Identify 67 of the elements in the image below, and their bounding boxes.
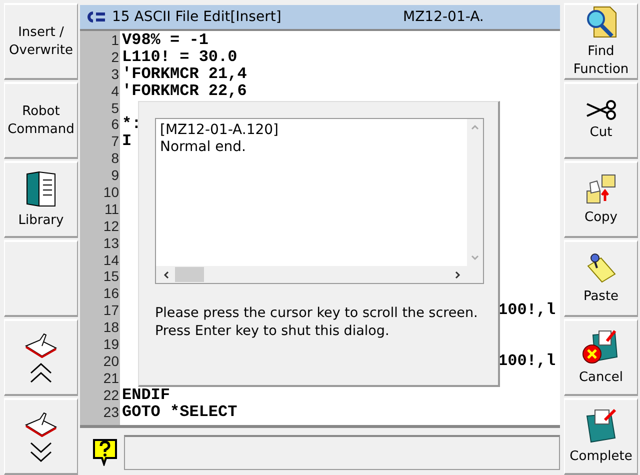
line-number: 22	[102, 386, 120, 404]
book-icon	[25, 170, 57, 208]
horizontal-scrollbar[interactable]	[156, 266, 483, 283]
side-button[interactable]: Robot Command	[4, 82, 78, 159]
code-line: GOTO *SELECT	[122, 402, 238, 421]
code-line: 100!,l	[498, 301, 556, 320]
help-icon[interactable]	[92, 438, 118, 466]
line-number: 6	[110, 116, 120, 134]
side-button[interactable]: Insert / Overwrite	[4, 3, 78, 80]
log-line: [MZ12-01-A.120]	[160, 122, 280, 139]
line-number: 8	[110, 150, 120, 168]
line-number: 13	[102, 234, 120, 252]
code-line: I	[122, 132, 132, 150]
cancel-button[interactable]: Cancel	[564, 319, 638, 396]
line-number: 2	[110, 48, 120, 66]
line-number: 16	[102, 285, 120, 302]
line-number: 1	[110, 32, 120, 49]
chevron-up-icon	[28, 362, 54, 384]
scissors-icon	[585, 100, 617, 120]
page-up-button[interactable]	[4, 319, 78, 396]
paste-button[interactable]: Paste	[564, 240, 638, 318]
log-line: Normal end.	[160, 139, 247, 156]
chevron-down-icon	[28, 440, 54, 462]
library-button[interactable]: Library	[4, 161, 78, 238]
code-line: V98% = -1	[122, 31, 208, 49]
line-number: 11	[103, 200, 120, 218]
copy-button[interactable]: Copy	[564, 161, 638, 238]
line-number: 17	[102, 302, 120, 320]
window-title: 15 ASCII File Edit[Insert]	[112, 9, 282, 25]
input-field[interactable]	[124, 435, 560, 470]
line-number: 12	[102, 218, 120, 235]
copy-folders-icon	[585, 172, 617, 205]
book-icon	[24, 410, 58, 436]
line-number: 5	[110, 100, 120, 116]
complete-button[interactable]: Complete	[564, 398, 638, 475]
line-number: 15	[102, 268, 120, 286]
line-number: 7	[110, 133, 120, 150]
cut-button[interactable]: Cut	[564, 82, 638, 160]
line-number: 14	[102, 252, 120, 268]
code-line: 'FORKMCR 22,6	[122, 82, 247, 100]
line-number: 18	[102, 319, 120, 336]
line-number: 10	[102, 184, 120, 201]
scroll-down-icon	[471, 255, 479, 261]
scroll-thumb[interactable]	[175, 267, 204, 282]
line-number: 21	[102, 370, 120, 387]
magnifier-document-icon	[584, 5, 618, 39]
line-number: 9	[110, 167, 120, 184]
file-name: MZ12-01-A.	[403, 9, 484, 25]
code-line: *:	[122, 115, 142, 134]
line-number: 23	[102, 404, 120, 420]
book-icon	[24, 332, 58, 358]
page-down-button[interactable]	[4, 398, 78, 475]
vertical-scrollbar[interactable]	[467, 119, 483, 266]
code-line: ENDIF	[122, 386, 170, 404]
code-line: 'FORKMCR 21,4	[122, 64, 247, 83]
code-line: L110! = 30.0	[122, 48, 238, 66]
line-number: 3	[110, 66, 120, 83]
find-button[interactable]: Find Function	[564, 3, 638, 80]
dialog-message: Please press the cursor key to scroll the screen. Press Enter key to shut this dialog.	[155, 304, 479, 340]
pinned-note-icon	[585, 252, 617, 284]
line-number: 4	[110, 82, 120, 100]
line-number: 19	[102, 336, 120, 353]
scroll-left-icon	[163, 270, 169, 278]
line-number: 20	[102, 352, 120, 370]
scroll-up-icon	[471, 124, 479, 130]
code-line: 100!,l	[498, 352, 556, 370]
scroll-right-icon	[455, 270, 461, 278]
